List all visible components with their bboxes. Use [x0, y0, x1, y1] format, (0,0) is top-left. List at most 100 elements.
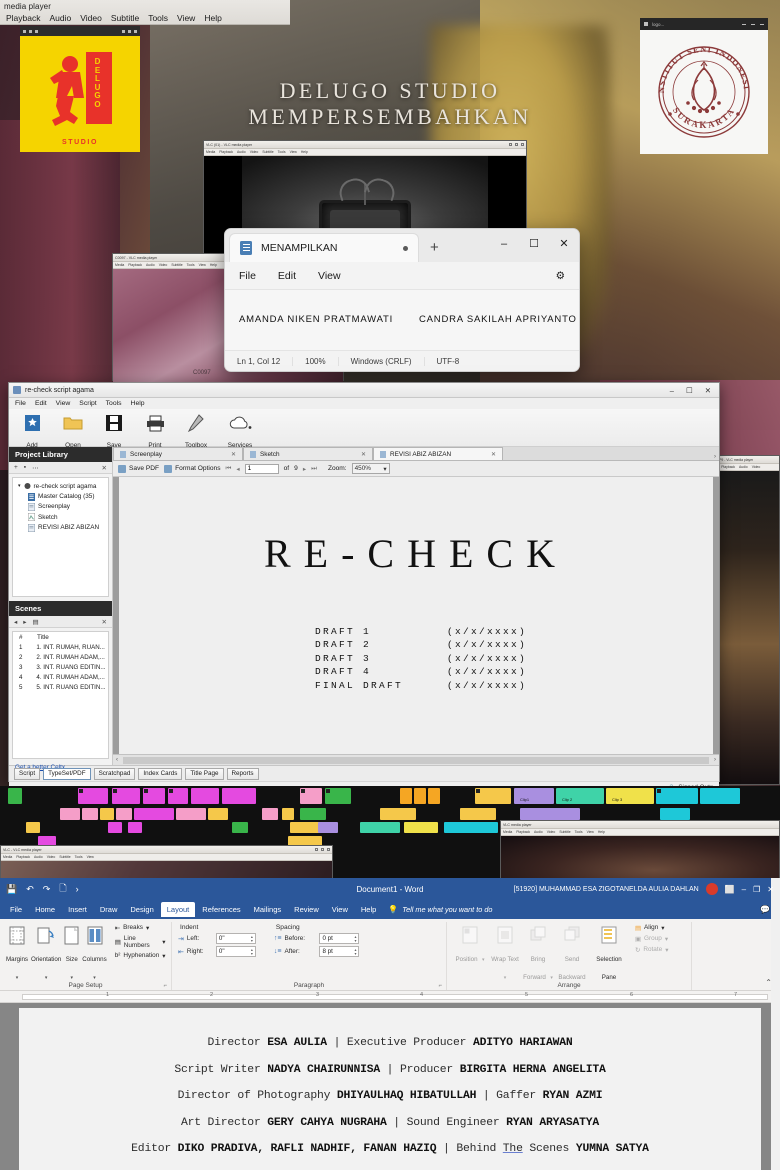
format-options-button[interactable]: Format Options — [164, 465, 220, 473]
group-button[interactable]: ▣ Group ▾ — [633, 933, 670, 944]
restore-button[interactable]: ❐ — [753, 885, 760, 894]
menu-playback[interactable]: Playback — [6, 13, 41, 23]
chevron-down-icon[interactable]: ▾ — [665, 935, 668, 943]
table-row[interactable]: 2 2. INT. RUMAH ADAM,... — [13, 653, 108, 663]
timeline-clip[interactable] — [318, 822, 338, 833]
vlc3-menu-tools[interactable]: Tools — [575, 830, 583, 834]
minimize-button[interactable]: – — [489, 229, 519, 258]
timeline-clip[interactable] — [208, 808, 228, 820]
timeline-clip[interactable] — [475, 788, 511, 804]
timeline-clip[interactable]: Clip 3 — [606, 788, 654, 804]
timeline-clip[interactable] — [520, 808, 580, 820]
project-tree[interactable]: ▾ re-check script agama Master Catalog (… — [12, 477, 109, 597]
nav-back-icon[interactable]: ◂ — [14, 618, 17, 626]
vlc4-menu-tools[interactable]: Tools — [75, 855, 83, 859]
chevron-down-icon[interactable]: ▾ — [16, 975, 19, 981]
vlc4-menu-view[interactable]: View — [87, 855, 94, 859]
chevron-down-icon[interactable]: ▾ — [93, 975, 96, 981]
table-row[interactable]: 4 4. INT. RUMAH ADAM,... — [13, 672, 108, 682]
vlc4-menu-subtitle[interactable]: Subtitle — [59, 855, 70, 859]
timeline-clip[interactable] — [360, 822, 400, 833]
vertical-scrollbar[interactable] — [771, 1003, 780, 1170]
last-page-icon[interactable]: ⏭ — [311, 465, 317, 473]
align-button[interactable]: ▤ Align ▾ — [633, 922, 670, 933]
selection-pane-button[interactable]: Selection Pane — [591, 922, 627, 1002]
save-pdf-button[interactable]: Save PDF — [118, 465, 159, 473]
vlc2-menu-view[interactable]: View — [199, 263, 206, 267]
timeline-clip[interactable] — [656, 788, 698, 804]
scene-card-icon[interactable]: ▤ — [33, 618, 39, 626]
chevron-down-icon[interactable]: ▾ — [71, 975, 74, 981]
vlc-menu-media[interactable]: Media — [206, 150, 215, 154]
tab-design[interactable]: Design — [124, 902, 159, 917]
tab-layout[interactable]: Layout — [161, 902, 196, 917]
menu-view[interactable]: View — [177, 13, 195, 23]
avatar[interactable] — [706, 883, 718, 895]
line-numbers-button[interactable]: ▤ Line Numbers ▾ — [113, 933, 168, 950]
tab-revisi-abiz-abizan[interactable]: REVISI ABIZ ABIZAN ✕ — [373, 447, 503, 460]
vlc5-menu-audio[interactable]: Audio — [739, 465, 748, 469]
timeline-clip[interactable] — [128, 822, 142, 833]
status-line-ending[interactable]: Windows (CRLF) — [338, 357, 424, 366]
tell-me-box[interactable]: 💡 Tell me what you want to do — [388, 905, 492, 914]
timeline-track-overlay[interactable] — [0, 808, 780, 820]
celtx-menu-edit[interactable]: Edit — [35, 400, 47, 407]
spacing-before-input[interactable]: 0 pt ▴▾ — [319, 933, 359, 944]
position-button[interactable]: Position ▾ — [453, 922, 487, 1002]
breaks-button[interactable]: ⇤ Breaks ▾ — [113, 922, 168, 933]
tree-item-sketch[interactable]: Sketch — [15, 512, 106, 522]
notepad-window[interactable]: MENAMPILKAN + – ☐ ✕ File Edit View ⚙ AMA… — [224, 228, 580, 372]
timeline-clip[interactable] — [222, 788, 256, 804]
more-options-icon[interactable]: ⋯ — [32, 464, 39, 472]
send-backward-button[interactable]: Send Backward ▾ — [556, 922, 588, 1002]
nav-forward-icon[interactable]: ▸ — [23, 618, 26, 626]
toolbar-toolbox-button[interactable]: Toolbox — [179, 412, 213, 452]
word-document-area[interactable]: Director ESA AULIA | Executive Producer … — [0, 1003, 780, 1170]
toolbar-services-button[interactable]: Services — [220, 412, 260, 452]
vlc-menu-help[interactable]: Help — [301, 150, 308, 154]
tree-item-screenplay[interactable]: Screenplay — [15, 502, 106, 512]
rotate-button[interactable]: ↻ Rotate ▾ — [633, 944, 670, 955]
spinner-arrows-icon[interactable]: ▴▾ — [354, 948, 356, 956]
indent-right-input[interactable]: 0" ▴▾ — [216, 946, 256, 957]
wrap-text-button[interactable]: Wrap Text ▾ — [490, 922, 520, 1002]
vlc3-menu-audio[interactable]: Audio — [534, 830, 543, 834]
next-page-icon[interactable]: ▸ — [303, 465, 306, 473]
menu-help[interactable]: Help — [204, 13, 221, 23]
word-window[interactable]: 💾 ↶ ↷ 🗋 › Document1 - Word [51920] MUHAM… — [0, 878, 780, 1170]
vlc3-menu-help[interactable]: Help — [598, 830, 605, 834]
vlc-window-buttons-1[interactable] — [509, 143, 524, 146]
celtx-close-button[interactable]: ✕ — [705, 386, 711, 395]
vlc3-menu-view[interactable]: View — [587, 830, 594, 834]
scroll-left-icon[interactable]: ‹ — [113, 757, 121, 763]
titlebar-window-buttons[interactable] — [122, 30, 137, 33]
menu-subtitle[interactable]: Subtitle — [111, 13, 139, 23]
tab-insert[interactable]: Insert — [62, 902, 93, 917]
chevron-down-icon[interactable]: ▾ — [162, 952, 165, 960]
maximize-button[interactable]: ☐ — [519, 229, 549, 258]
spinner-arrows-icon[interactable]: ▴▾ — [354, 935, 356, 943]
tab-view[interactable]: View — [326, 902, 354, 917]
vlc-menu-video[interactable]: Video — [250, 150, 259, 154]
celtx-menu-script[interactable]: Script — [79, 400, 96, 407]
toolbar-open-button[interactable]: Open — [56, 412, 90, 452]
vlc-window-buttons-4[interactable] — [315, 848, 330, 851]
word-page[interactable]: Director ESA AULIA | Executive Producer … — [19, 1008, 761, 1170]
scroll-thumb[interactable] — [123, 757, 709, 764]
toolbar-print-button[interactable]: Print — [138, 412, 172, 452]
bottom-tab-reports[interactable]: Reports — [227, 768, 259, 780]
timeline-clip[interactable] — [143, 788, 165, 804]
first-page-icon[interactable]: ⏮ — [226, 465, 232, 473]
timeline-clip[interactable] — [262, 808, 278, 820]
vlc5-menu-playback[interactable]: Playback — [721, 465, 735, 469]
chevron-down-icon[interactable]: ▾ — [162, 938, 165, 946]
chevron-down-icon[interactable]: ▾ — [146, 924, 149, 932]
vlc4-menu-audio[interactable]: Audio — [34, 855, 43, 859]
panel-close-icon[interactable]: ✕ — [102, 464, 107, 472]
chevron-down-icon[interactable]: ▾ — [504, 975, 507, 981]
tab-home[interactable]: Home — [29, 902, 61, 917]
tab-revisi-close[interactable]: ✕ — [491, 451, 496, 458]
vlc5-menu-video[interactable]: Video — [752, 465, 761, 469]
notepad-menu-edit[interactable]: Edit — [278, 270, 296, 282]
chevron-down-icon[interactable]: ▾ — [550, 975, 553, 981]
